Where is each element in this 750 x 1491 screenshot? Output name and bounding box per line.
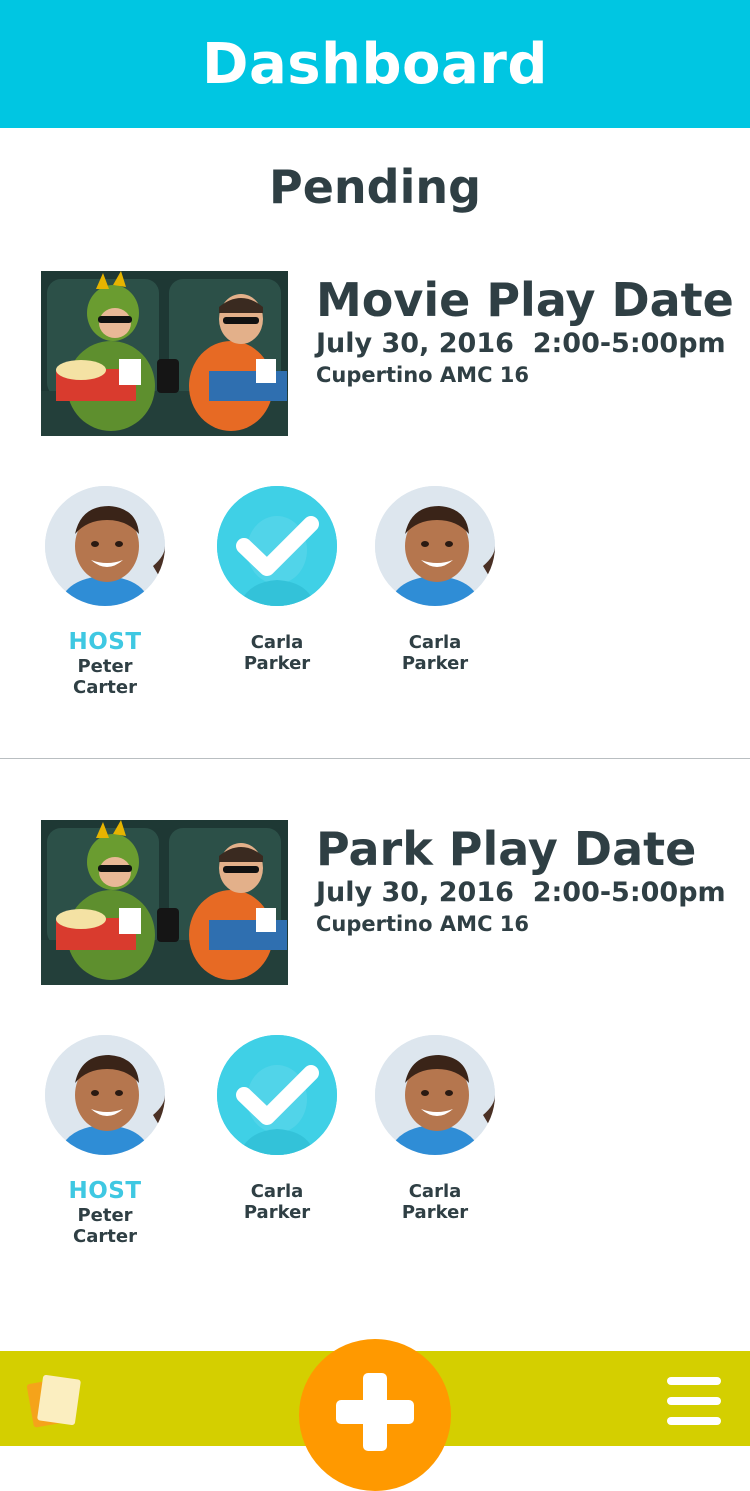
avatar	[45, 1035, 165, 1155]
attendee-name: Carla Parker	[401, 632, 469, 674]
event-card[interactable]: Movie Play Date July 30, 2016 2:00-5:00p…	[0, 271, 750, 711]
attendee-confirmed[interactable]: Carla Parker	[192, 486, 362, 706]
event-datetime: July 30, 2016 2:00-5:00pm	[316, 877, 726, 908]
event-location: Cupertino AMC 16	[316, 912, 530, 936]
attendee-confirmed[interactable]: Carla Parker	[192, 1035, 362, 1255]
attendee-host[interactable]: HOST Peter Carter	[20, 1035, 190, 1255]
host-label: HOST	[68, 1178, 142, 1204]
event-title: Park Play Date	[316, 822, 697, 876]
attendee-name: Carla Parker	[243, 632, 311, 674]
attendee[interactable]: Carla Parker	[350, 486, 520, 706]
page-title: Dashboard	[201, 31, 549, 97]
avatar	[375, 486, 495, 606]
attendee-name: Carla Parker	[401, 1181, 469, 1223]
add-event-button[interactable]	[299, 1339, 451, 1491]
plus-icon	[363, 1373, 387, 1451]
cards-icon[interactable]	[26, 1373, 84, 1431]
attendee[interactable]: Carla Parker	[350, 1035, 520, 1255]
attendee-name: Peter Carter	[73, 656, 137, 698]
avatar	[375, 1035, 495, 1155]
bottom-tab-bar	[0, 1339, 750, 1491]
menu-icon[interactable]	[667, 1377, 723, 1425]
attendee-host[interactable]: HOST Peter Carter	[20, 486, 190, 706]
attendee-name: Peter Carter	[73, 1205, 137, 1247]
event-title: Movie Play Date	[316, 273, 734, 327]
avatar	[217, 486, 337, 606]
event-location: Cupertino AMC 16	[316, 363, 530, 387]
event-datetime: July 30, 2016 2:00-5:00pm	[316, 328, 726, 359]
avatar	[45, 486, 165, 606]
avatar	[217, 1035, 337, 1155]
event-photo	[41, 271, 288, 436]
divider	[0, 758, 750, 759]
section-title: Pending	[268, 160, 482, 214]
header-bar: Dashboard	[0, 0, 750, 128]
event-photo	[41, 820, 288, 985]
event-card[interactable]: Park Play Date July 30, 2016 2:00-5:00pm…	[0, 820, 750, 1260]
host-label: HOST	[68, 629, 142, 655]
attendee-name: Carla Parker	[243, 1181, 311, 1223]
